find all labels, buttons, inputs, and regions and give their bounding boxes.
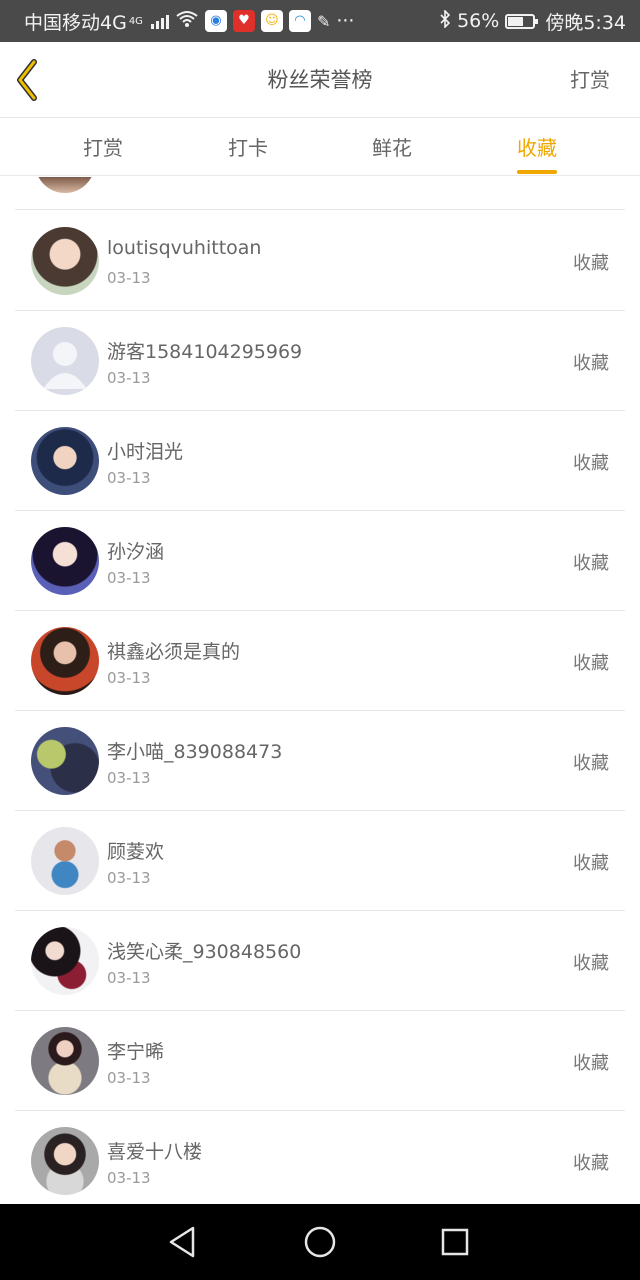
- fan-date: 03-13: [107, 669, 151, 687]
- fan-name: 李小喵_839088473: [107, 741, 283, 763]
- triangle-back-icon: [169, 1226, 195, 1258]
- tab-bar: 打赏 打卡 鲜花 收藏: [0, 118, 640, 176]
- tab-label: 收藏: [517, 136, 557, 160]
- page-title: 粉丝荣誉榜: [267, 68, 373, 92]
- favorite-label: 收藏: [573, 353, 609, 374]
- tab-favorites[interactable]: 收藏: [477, 118, 597, 176]
- more-notifications-icon: ···: [336, 10, 355, 32]
- carrier-label: 中国移动4G: [24, 11, 127, 34]
- fan-name: 祺鑫必须是真的: [107, 641, 241, 663]
- fan-date: 03-13: [107, 369, 151, 387]
- fan-date: 03-13: [107, 469, 151, 487]
- fan-date: 03-13: [107, 1169, 151, 1187]
- tab-label: 打卡: [228, 136, 268, 160]
- smiley-app-icon: ☺: [260, 10, 283, 32]
- app-header: 粉丝荣誉榜 打赏: [0, 42, 640, 118]
- circle-home-icon: [304, 1226, 336, 1258]
- avatar: [31, 627, 99, 695]
- fan-date: 03-13: [107, 769, 151, 787]
- avatar: [31, 1027, 99, 1095]
- avatar: [31, 1127, 99, 1195]
- avatar: [35, 177, 95, 193]
- fan-name: loutisqvuhittoan: [107, 237, 262, 259]
- list-item[interactable]: 浅笑心柔_930848560 03-13 收藏: [15, 911, 625, 1011]
- list-item[interactable]: 孙汐涵 03-13 收藏: [15, 511, 625, 611]
- list-item[interactable]: 祺鑫必须是真的 03-13 收藏: [15, 611, 625, 711]
- fan-name: 李宁晞: [107, 1041, 165, 1063]
- tab-flowers[interactable]: 鲜花: [332, 118, 452, 176]
- list-item[interactable]: 喜爱十八楼 03-13 收藏: [15, 1111, 625, 1204]
- nav-home-button[interactable]: [300, 1222, 340, 1262]
- favorite-label: 收藏: [573, 553, 609, 574]
- avatar: [31, 827, 99, 895]
- status-bar: 中国移动4G 4G ◉ ♥ ☺ ◠ ✎ ··· 56% 傍晚5:34: [0, 0, 640, 42]
- fan-list[interactable]: 03-13 loutisqvuhittoan 03-13 收藏 游客158410…: [0, 177, 640, 1204]
- bird-app-icon: ✎: [316, 11, 331, 31]
- list-item[interactable]: 小时泪光 03-13 收藏: [15, 411, 625, 511]
- arc-app-icon: ◠: [288, 10, 311, 32]
- avatar: [31, 227, 99, 295]
- network-type: 4G: [128, 15, 143, 27]
- fan-name: 小时泪光: [107, 441, 184, 463]
- favorite-label: 收藏: [573, 653, 609, 674]
- fan-name: 游客1584104295969: [107, 341, 303, 363]
- tab-checkin[interactable]: 打卡: [188, 118, 308, 176]
- fan-date: 03-13: [107, 269, 151, 287]
- nav-back-button[interactable]: [163, 1222, 203, 1262]
- clock: 傍晚5:34: [545, 11, 626, 34]
- bluetooth-icon: [439, 8, 451, 33]
- favorite-label: 收藏: [573, 1053, 609, 1074]
- fan-name: 浅笑心柔_930848560: [107, 941, 302, 963]
- favorite-label: 收藏: [573, 853, 609, 874]
- signal-icon: [150, 13, 169, 29]
- list-item[interactable]: 游客1584104295969 03-13 收藏: [15, 311, 625, 411]
- fan-name: 喜爱十八楼: [107, 1141, 203, 1163]
- fan-date: 03-13: [107, 569, 151, 587]
- tab-label: 鲜花: [372, 136, 412, 160]
- square-recents-icon: [441, 1228, 469, 1256]
- avatar: [31, 527, 99, 595]
- avatar: [31, 427, 99, 495]
- favorite-label: 收藏: [573, 253, 609, 274]
- list-item[interactable]: 李宁晞 03-13 收藏: [15, 1011, 625, 1111]
- battery-level: [508, 16, 523, 26]
- fan-date: 03-13: [107, 969, 151, 987]
- battery-icon: [505, 13, 539, 29]
- favorite-label: 收藏: [573, 953, 609, 974]
- avatar: [31, 727, 99, 795]
- battery-percent: 56%: [457, 10, 500, 32]
- fan-date: 03-13: [107, 869, 151, 887]
- list-item: 03-13: [15, 177, 625, 210]
- nav-recents-button[interactable]: [435, 1222, 475, 1262]
- favorite-label: 收藏: [573, 753, 609, 774]
- active-tab-indicator: [517, 170, 557, 174]
- list-item[interactable]: 顾菱欢 03-13 收藏: [15, 811, 625, 911]
- wifi-icon: [175, 10, 199, 33]
- avatar: [31, 927, 99, 995]
- reward-button[interactable]: 打赏: [570, 42, 610, 118]
- fan-name: 孙汐涵: [107, 541, 165, 563]
- tab-label: 打赏: [83, 136, 123, 160]
- list-item[interactable]: 李小喵_839088473 03-13 收藏: [15, 711, 625, 811]
- list-item[interactable]: loutisqvuhittoan 03-13 收藏: [15, 211, 625, 311]
- default-avatar-icon: [31, 327, 99, 395]
- fan-name: 顾菱欢: [107, 841, 165, 863]
- favorite-label: 收藏: [573, 1153, 609, 1174]
- favorite-label: 收藏: [573, 453, 609, 474]
- heart-app-icon: ♥: [232, 10, 255, 32]
- system-nav-bar: [0, 1204, 640, 1280]
- fan-date: 03-13: [107, 1069, 151, 1087]
- tab-reward[interactable]: 打赏: [43, 118, 163, 176]
- browser-app-icon: ◉: [204, 10, 227, 32]
